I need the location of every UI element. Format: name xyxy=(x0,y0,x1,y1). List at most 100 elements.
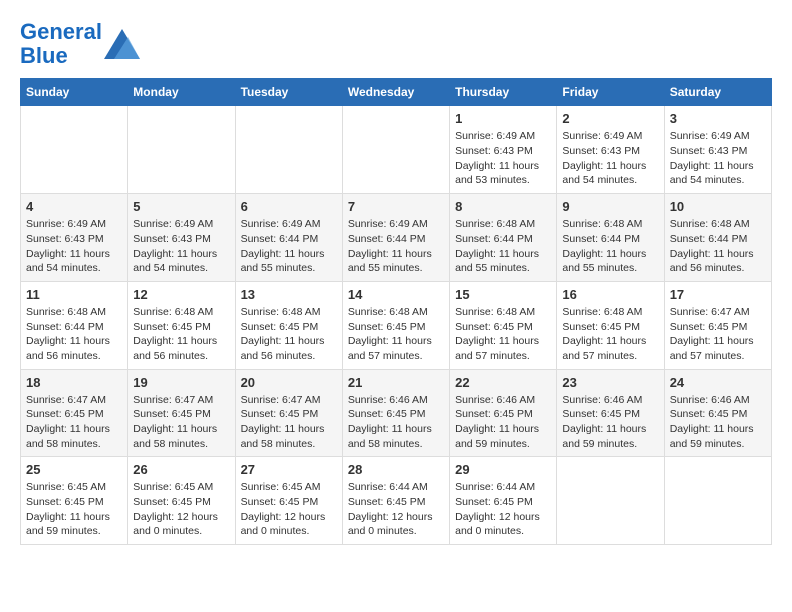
calendar-cell: 13Sunrise: 6:48 AM Sunset: 6:45 PM Dayli… xyxy=(235,281,342,369)
day-info: Sunrise: 6:49 AM Sunset: 6:43 PM Dayligh… xyxy=(26,217,122,276)
day-info: Sunrise: 6:48 AM Sunset: 6:44 PM Dayligh… xyxy=(670,217,766,276)
day-number: 23 xyxy=(562,375,658,390)
page-header: General Blue xyxy=(20,20,772,68)
day-info: Sunrise: 6:48 AM Sunset: 6:44 PM Dayligh… xyxy=(26,305,122,364)
calendar-cell xyxy=(235,106,342,194)
calendar-cell xyxy=(128,106,235,194)
weekday-header: Saturday xyxy=(664,79,771,106)
calendar-week-row: 25Sunrise: 6:45 AM Sunset: 6:45 PM Dayli… xyxy=(21,457,772,545)
day-info: Sunrise: 6:46 AM Sunset: 6:45 PM Dayligh… xyxy=(562,393,658,452)
day-number: 1 xyxy=(455,111,551,126)
day-info: Sunrise: 6:45 AM Sunset: 6:45 PM Dayligh… xyxy=(133,480,229,539)
weekday-header: Tuesday xyxy=(235,79,342,106)
calendar-cell: 23 Sunrise: 6:46 AM Sunset: 6:45 PM Dayli… xyxy=(557,369,664,457)
calendar-table: SundayMondayTuesdayWednesdayThursdayFrid… xyxy=(20,78,772,545)
day-number: 15 xyxy=(455,287,551,302)
calendar-cell: 26Sunrise: 6:45 AM Sunset: 6:45 PM Dayli… xyxy=(128,457,235,545)
day-number: 12 xyxy=(133,287,229,302)
day-number: 5 xyxy=(133,199,229,214)
calendar-cell: 2 Sunrise: 6:49 AM Sunset: 6:43 PM Daylig… xyxy=(557,106,664,194)
day-info: Sunrise: 6:48 AM Sunset: 6:44 PM Dayligh… xyxy=(562,217,658,276)
day-info: Sunrise: 6:46 AM Sunset: 6:45 PM Dayligh… xyxy=(348,393,444,452)
day-info: Sunrise: 6:47 AM Sunset: 6:45 PM Dayligh… xyxy=(241,393,337,452)
day-number: 18 xyxy=(26,375,122,390)
calendar-header: SundayMondayTuesdayWednesdayThursdayFrid… xyxy=(21,79,772,106)
calendar-cell: 24Sunrise: 6:46 AM Sunset: 6:45 PM Dayli… xyxy=(664,369,771,457)
calendar-cell: 10 Sunrise: 6:48 AM Sunset: 6:44 PM Dayli… xyxy=(664,194,771,282)
day-number: 7 xyxy=(348,199,444,214)
day-info: Sunrise: 6:48 AM Sunset: 6:45 PM Dayligh… xyxy=(562,305,658,364)
calendar-cell: 28 Sunrise: 6:44 AM Sunset: 6:45 PM Dayli… xyxy=(342,457,449,545)
weekday-header: Monday xyxy=(128,79,235,106)
day-number: 8 xyxy=(455,199,551,214)
calendar-cell: 14 Sunrise: 6:48 AM Sunset: 6:45 PM Dayli… xyxy=(342,281,449,369)
day-info: Sunrise: 6:47 AM Sunset: 6:45 PM Dayligh… xyxy=(26,393,122,452)
day-number: 6 xyxy=(241,199,337,214)
day-info: Sunrise: 6:44 AM Sunset: 6:45 PM Dayligh… xyxy=(348,480,444,539)
calendar-week-row: 4 Sunrise: 6:49 AM Sunset: 6:43 PM Daylig… xyxy=(21,194,772,282)
calendar-cell: 15 Sunrise: 6:48 AM Sunset: 6:45 PM Dayli… xyxy=(450,281,557,369)
weekday-header: Thursday xyxy=(450,79,557,106)
calendar-cell: 29 Sunrise: 6:44 AM Sunset: 6:45 PM Dayli… xyxy=(450,457,557,545)
day-number: 16 xyxy=(562,287,658,302)
day-number: 11 xyxy=(26,287,122,302)
calendar-cell: 25Sunrise: 6:45 AM Sunset: 6:45 PM Dayli… xyxy=(21,457,128,545)
calendar-week-row: 11 Sunrise: 6:48 AM Sunset: 6:44 PM Dayli… xyxy=(21,281,772,369)
logo: General Blue xyxy=(20,20,140,68)
calendar-body: 1 Sunrise: 6:49 AM Sunset: 6:43 PM Daylig… xyxy=(21,106,772,545)
day-number: 20 xyxy=(241,375,337,390)
calendar-cell: 22 Sunrise: 6:46 AM Sunset: 6:45 PM Dayli… xyxy=(450,369,557,457)
day-info: Sunrise: 6:48 AM Sunset: 6:45 PM Dayligh… xyxy=(241,305,337,364)
calendar-cell: 3 Sunrise: 6:49 AM Sunset: 6:43 PM Daylig… xyxy=(664,106,771,194)
day-number: 17 xyxy=(670,287,766,302)
day-number: 9 xyxy=(562,199,658,214)
calendar-cell: 6Sunrise: 6:49 AM Sunset: 6:44 PM Daylig… xyxy=(235,194,342,282)
day-number: 24 xyxy=(670,375,766,390)
calendar-cell xyxy=(21,106,128,194)
weekday-header: Friday xyxy=(557,79,664,106)
day-number: 22 xyxy=(455,375,551,390)
day-info: Sunrise: 6:47 AM Sunset: 6:45 PM Dayligh… xyxy=(670,305,766,364)
day-info: Sunrise: 6:48 AM Sunset: 6:44 PM Dayligh… xyxy=(455,217,551,276)
calendar-cell: 21 Sunrise: 6:46 AM Sunset: 6:45 PM Dayli… xyxy=(342,369,449,457)
day-number: 2 xyxy=(562,111,658,126)
weekday-header: Wednesday xyxy=(342,79,449,106)
day-info: Sunrise: 6:48 AM Sunset: 6:45 PM Dayligh… xyxy=(348,305,444,364)
day-info: Sunrise: 6:45 AM Sunset: 6:45 PM Dayligh… xyxy=(241,480,337,539)
calendar-week-row: 1 Sunrise: 6:49 AM Sunset: 6:43 PM Daylig… xyxy=(21,106,772,194)
day-number: 29 xyxy=(455,462,551,477)
day-info: Sunrise: 6:49 AM Sunset: 6:43 PM Dayligh… xyxy=(455,129,551,188)
logo-icon xyxy=(104,29,140,59)
day-number: 3 xyxy=(670,111,766,126)
calendar-cell xyxy=(664,457,771,545)
day-number: 28 xyxy=(348,462,444,477)
calendar-cell: 1 Sunrise: 6:49 AM Sunset: 6:43 PM Daylig… xyxy=(450,106,557,194)
calendar-week-row: 18 Sunrise: 6:47 AM Sunset: 6:45 PM Dayli… xyxy=(21,369,772,457)
day-info: Sunrise: 6:44 AM Sunset: 6:45 PM Dayligh… xyxy=(455,480,551,539)
calendar-cell: 19 Sunrise: 6:47 AM Sunset: 6:45 PM Dayli… xyxy=(128,369,235,457)
day-info: Sunrise: 6:48 AM Sunset: 6:45 PM Dayligh… xyxy=(133,305,229,364)
day-info: Sunrise: 6:45 AM Sunset: 6:45 PM Dayligh… xyxy=(26,480,122,539)
calendar-cell: 27 Sunrise: 6:45 AM Sunset: 6:45 PM Dayli… xyxy=(235,457,342,545)
calendar-cell: 16 Sunrise: 6:48 AM Sunset: 6:45 PM Dayli… xyxy=(557,281,664,369)
day-info: Sunrise: 6:46 AM Sunset: 6:45 PM Dayligh… xyxy=(455,393,551,452)
day-info: Sunrise: 6:49 AM Sunset: 6:43 PM Dayligh… xyxy=(670,129,766,188)
day-number: 4 xyxy=(26,199,122,214)
day-info: Sunrise: 6:49 AM Sunset: 6:44 PM Dayligh… xyxy=(348,217,444,276)
calendar-cell: 11 Sunrise: 6:48 AM Sunset: 6:44 PM Dayli… xyxy=(21,281,128,369)
day-number: 21 xyxy=(348,375,444,390)
calendar-cell xyxy=(557,457,664,545)
calendar-cell xyxy=(342,106,449,194)
day-number: 14 xyxy=(348,287,444,302)
day-number: 10 xyxy=(670,199,766,214)
weekday-header: Sunday xyxy=(21,79,128,106)
day-number: 27 xyxy=(241,462,337,477)
calendar-cell: 9 Sunrise: 6:48 AM Sunset: 6:44 PM Daylig… xyxy=(557,194,664,282)
day-info: Sunrise: 6:49 AM Sunset: 6:43 PM Dayligh… xyxy=(562,129,658,188)
day-info: Sunrise: 6:48 AM Sunset: 6:45 PM Dayligh… xyxy=(455,305,551,364)
day-info: Sunrise: 6:47 AM Sunset: 6:45 PM Dayligh… xyxy=(133,393,229,452)
day-number: 19 xyxy=(133,375,229,390)
calendar-cell: 12 Sunrise: 6:48 AM Sunset: 6:45 PM Dayli… xyxy=(128,281,235,369)
logo-text: General Blue xyxy=(20,20,102,68)
calendar-cell: 4 Sunrise: 6:49 AM Sunset: 6:43 PM Daylig… xyxy=(21,194,128,282)
